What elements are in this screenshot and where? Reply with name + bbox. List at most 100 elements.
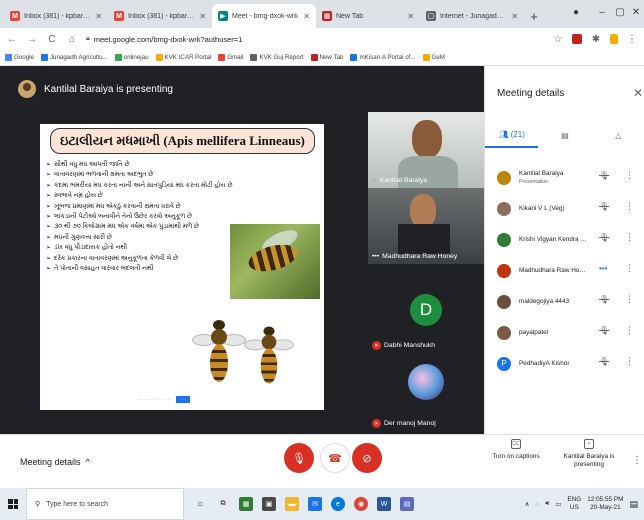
participant-name-block: Krishi Vigyan Kendra Ja...: [519, 236, 589, 244]
home-icon[interactable]: ⌂: [66, 34, 78, 45]
participant-row[interactable]: maldegojiya 4443 🎙︎ ⋮: [485, 286, 644, 317]
leave-call-button[interactable]: ☎︎: [320, 443, 350, 473]
reload-icon[interactable]: C: [46, 34, 58, 45]
participant-name: PedhadiyA Kishor: [519, 359, 570, 367]
close-panel-icon[interactable]: ✕: [633, 86, 643, 100]
browser-tab[interactable]: M Inbox (381) - kpbaraiya@gm ✕: [4, 4, 108, 28]
store-icon[interactable]: ▣: [262, 497, 276, 511]
bookmark-item[interactable]: Gmail: [218, 54, 243, 61]
mail-icon[interactable]: ✉: [308, 497, 322, 511]
participant-row[interactable]: Krishi Vigyan Kendra Ja... 🎙︎ ⋮: [485, 224, 644, 255]
mic-off-button[interactable]: 🎙︎: [284, 443, 314, 473]
bookmark-star-icon[interactable]: ☆: [552, 34, 564, 45]
bookmark-item[interactable]: Junagadh Agricultu...: [40, 54, 108, 61]
participant-tile[interactable]: ▪▪ Kantilal Baraiya: [368, 112, 484, 188]
participant-row[interactable]: Kantilal Baraiya Presentation 🎙︎ ⋮: [485, 162, 644, 193]
network-icon[interactable]: ◌: [535, 501, 539, 508]
participant-row[interactable]: P PedhadiyA Kishor 🎙︎ ⋮: [485, 348, 644, 379]
slide-bullet: વાતાવરણમાં ભળવાની ક્ષમતા અદભુત છે: [46, 170, 316, 180]
participant-row[interactable]: Madhudhara Raw Honey ••• ⋮: [485, 255, 644, 286]
excel-icon[interactable]: ▦: [239, 497, 253, 511]
presenting-button[interactable]: + Kantilal Baraiya is presenting: [560, 439, 618, 469]
mic-off-icon[interactable]: 🎙︎: [599, 171, 609, 180]
file-explorer-icon[interactable]: ▬: [285, 497, 299, 511]
tab-people[interactable]: 👥︎ (21): [485, 122, 539, 148]
tab-chat[interactable]: ▤: [538, 122, 591, 148]
clock[interactable]: 12:05:55 PM 20-May-21: [587, 496, 623, 512]
participant-row[interactable]: Kikani V L (Veg) 🎙︎ ⋮: [485, 193, 644, 224]
more-options-icon[interactable]: ⋮: [625, 201, 634, 212]
slide-footer-link: · · ·: [175, 395, 190, 403]
participant-name: payalpatel: [519, 328, 549, 336]
participant-subtitle: Presentation: [519, 178, 549, 185]
close-tab-icon[interactable]: ✕: [303, 12, 310, 21]
mic-off-icon[interactable]: 🎙︎: [599, 295, 609, 304]
start-button[interactable]: [0, 488, 26, 520]
close-window-icon[interactable]: ✕: [626, 4, 644, 20]
extensions-puzzle-icon[interactable]: ✱: [590, 34, 602, 45]
edge-icon[interactable]: e: [331, 497, 345, 511]
notifications-icon[interactable]: ▤: [629, 499, 638, 510]
meeting-details-toggle[interactable]: Meeting details ^: [20, 457, 90, 467]
more-options-icon[interactable]: ⋮: [625, 325, 634, 336]
bookmark-favicon-icon: [350, 54, 358, 61]
more-options-icon[interactable]: ⋮: [625, 232, 634, 243]
tray-chevron-icon[interactable]: ∧: [525, 500, 530, 508]
bookmark-item[interactable]: onlinejau: [114, 54, 149, 61]
bookmark-item[interactable]: KVK Guj Report: [250, 54, 304, 61]
participant-tile[interactable]: D ✕ Dabhi Manshukh: [368, 278, 484, 354]
extension-icon[interactable]: [572, 34, 582, 44]
app-icon[interactable]: ▤: [400, 497, 414, 511]
participant-avatar: D: [410, 294, 442, 326]
participant-tile[interactable]: ••• Madhudhara Raw Honey: [368, 188, 484, 264]
more-options-icon[interactable]: ⋮: [625, 294, 634, 305]
minimize-icon[interactable]: –: [592, 4, 612, 20]
mic-off-icon[interactable]: 🎙︎: [599, 202, 609, 211]
mic-off-icon[interactable]: 🎙︎: [599, 326, 609, 335]
participant-tile[interactable]: ✕ Der manoj Manoj: [368, 356, 484, 432]
new-tab-button[interactable]: +: [524, 4, 544, 28]
browser-tab[interactable]: M Inbox (381) - kpbaraiya@gm ✕: [108, 4, 212, 28]
word-icon[interactable]: W: [377, 497, 391, 511]
browser-menu-icon[interactable]: ⋮: [626, 34, 638, 45]
language-indicator[interactable]: ENG US: [567, 496, 581, 512]
task-view-icon[interactable]: ⧉: [216, 497, 230, 511]
bookmark-favicon-icon: [310, 54, 318, 61]
speaking-icon[interactable]: •••: [599, 264, 607, 273]
browser-tab[interactable]: ▦ New Tab ✕: [316, 4, 420, 28]
bookmark-item[interactable]: KVK ICAR Portal: [155, 54, 211, 61]
chrome-icon[interactable]: ◉: [354, 497, 368, 511]
more-options-icon[interactable]: ⋮: [625, 356, 634, 367]
mic-off-icon[interactable]: 🎙︎: [599, 233, 609, 242]
browser-tab[interactable]: ▶ Meet - bmg-dxok-wrk ✕: [212, 4, 316, 28]
close-tab-icon[interactable]: ✕: [199, 12, 206, 21]
battery-icon[interactable]: ▭: [555, 500, 561, 508]
profile-icon[interactable]: ●: [566, 4, 586, 20]
volume-icon[interactable]: 🔊︎: [545, 500, 549, 508]
address-bar[interactable]: 🔒︎ meet.google.com/bmg-dxok-wrk?authuser…: [86, 35, 544, 44]
captions-button[interactable]: CC Turn on captions: [490, 439, 542, 460]
close-tab-icon[interactable]: ✕: [511, 12, 518, 21]
bookmark-item[interactable]: Google: [5, 54, 34, 61]
close-tab-icon[interactable]: ✕: [95, 12, 102, 21]
close-tab-icon[interactable]: ✕: [407, 12, 414, 21]
bookmark-item[interactable]: New Tab: [310, 54, 343, 61]
presenter-avatar: [18, 80, 36, 98]
bookmark-item[interactable]: mKisan:A Portal of...: [350, 54, 416, 61]
region-label: US: [569, 504, 579, 511]
browser-tab[interactable]: ▢ Internet - Junagadh Agricult ✕: [420, 4, 524, 28]
back-icon[interactable]: ←: [6, 34, 18, 45]
taskbar-search[interactable]: ⚲ Type here to search: [26, 488, 184, 520]
cortana-icon[interactable]: ○: [193, 497, 207, 511]
more-options-icon[interactable]: ⋮: [632, 455, 642, 466]
camera-off-button[interactable]: ⊘: [352, 443, 382, 473]
tab-title: Meet - bmg-dxok-wrk: [232, 12, 298, 20]
tab-activities[interactable]: △: [592, 122, 644, 148]
more-options-icon[interactable]: ⋮: [625, 170, 634, 181]
mic-off-icon[interactable]: 🎙︎: [599, 357, 609, 366]
participant-row[interactable]: payalpatel 🎙︎ ⋮: [485, 317, 644, 348]
more-options-icon[interactable]: ⋮: [625, 263, 634, 274]
profile-extension-icon[interactable]: [610, 34, 618, 44]
forward-icon[interactable]: →: [26, 34, 38, 45]
bookmark-item[interactable]: GeM: [422, 54, 445, 61]
